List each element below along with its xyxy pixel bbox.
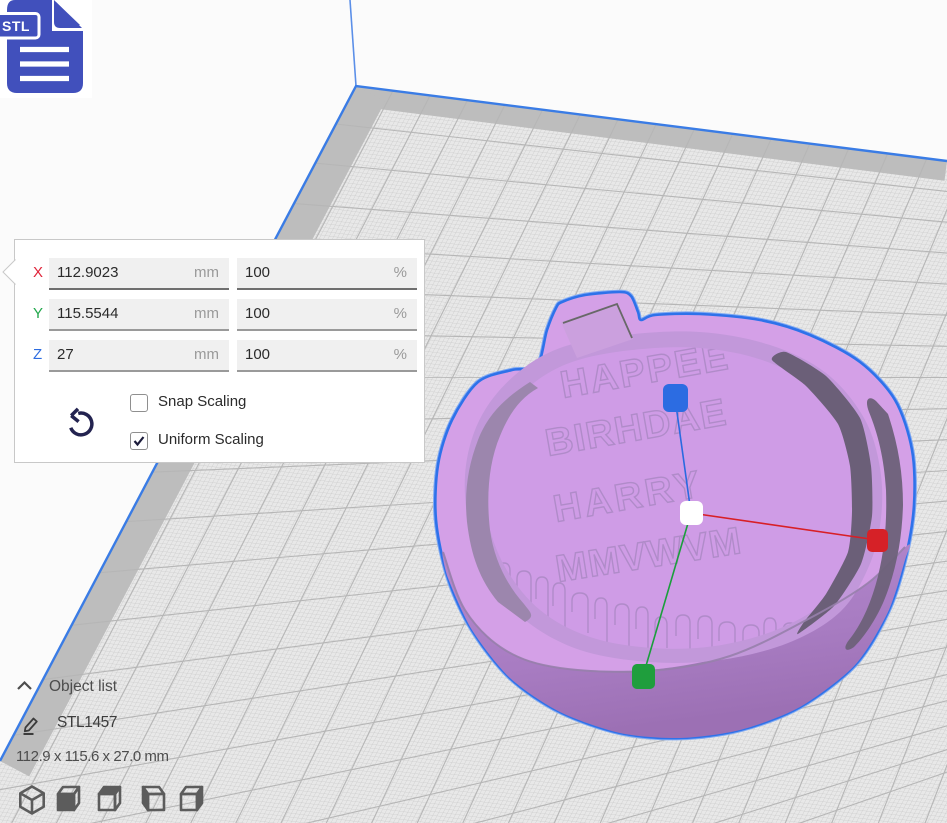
svg-text:STL: STL [2, 18, 30, 34]
